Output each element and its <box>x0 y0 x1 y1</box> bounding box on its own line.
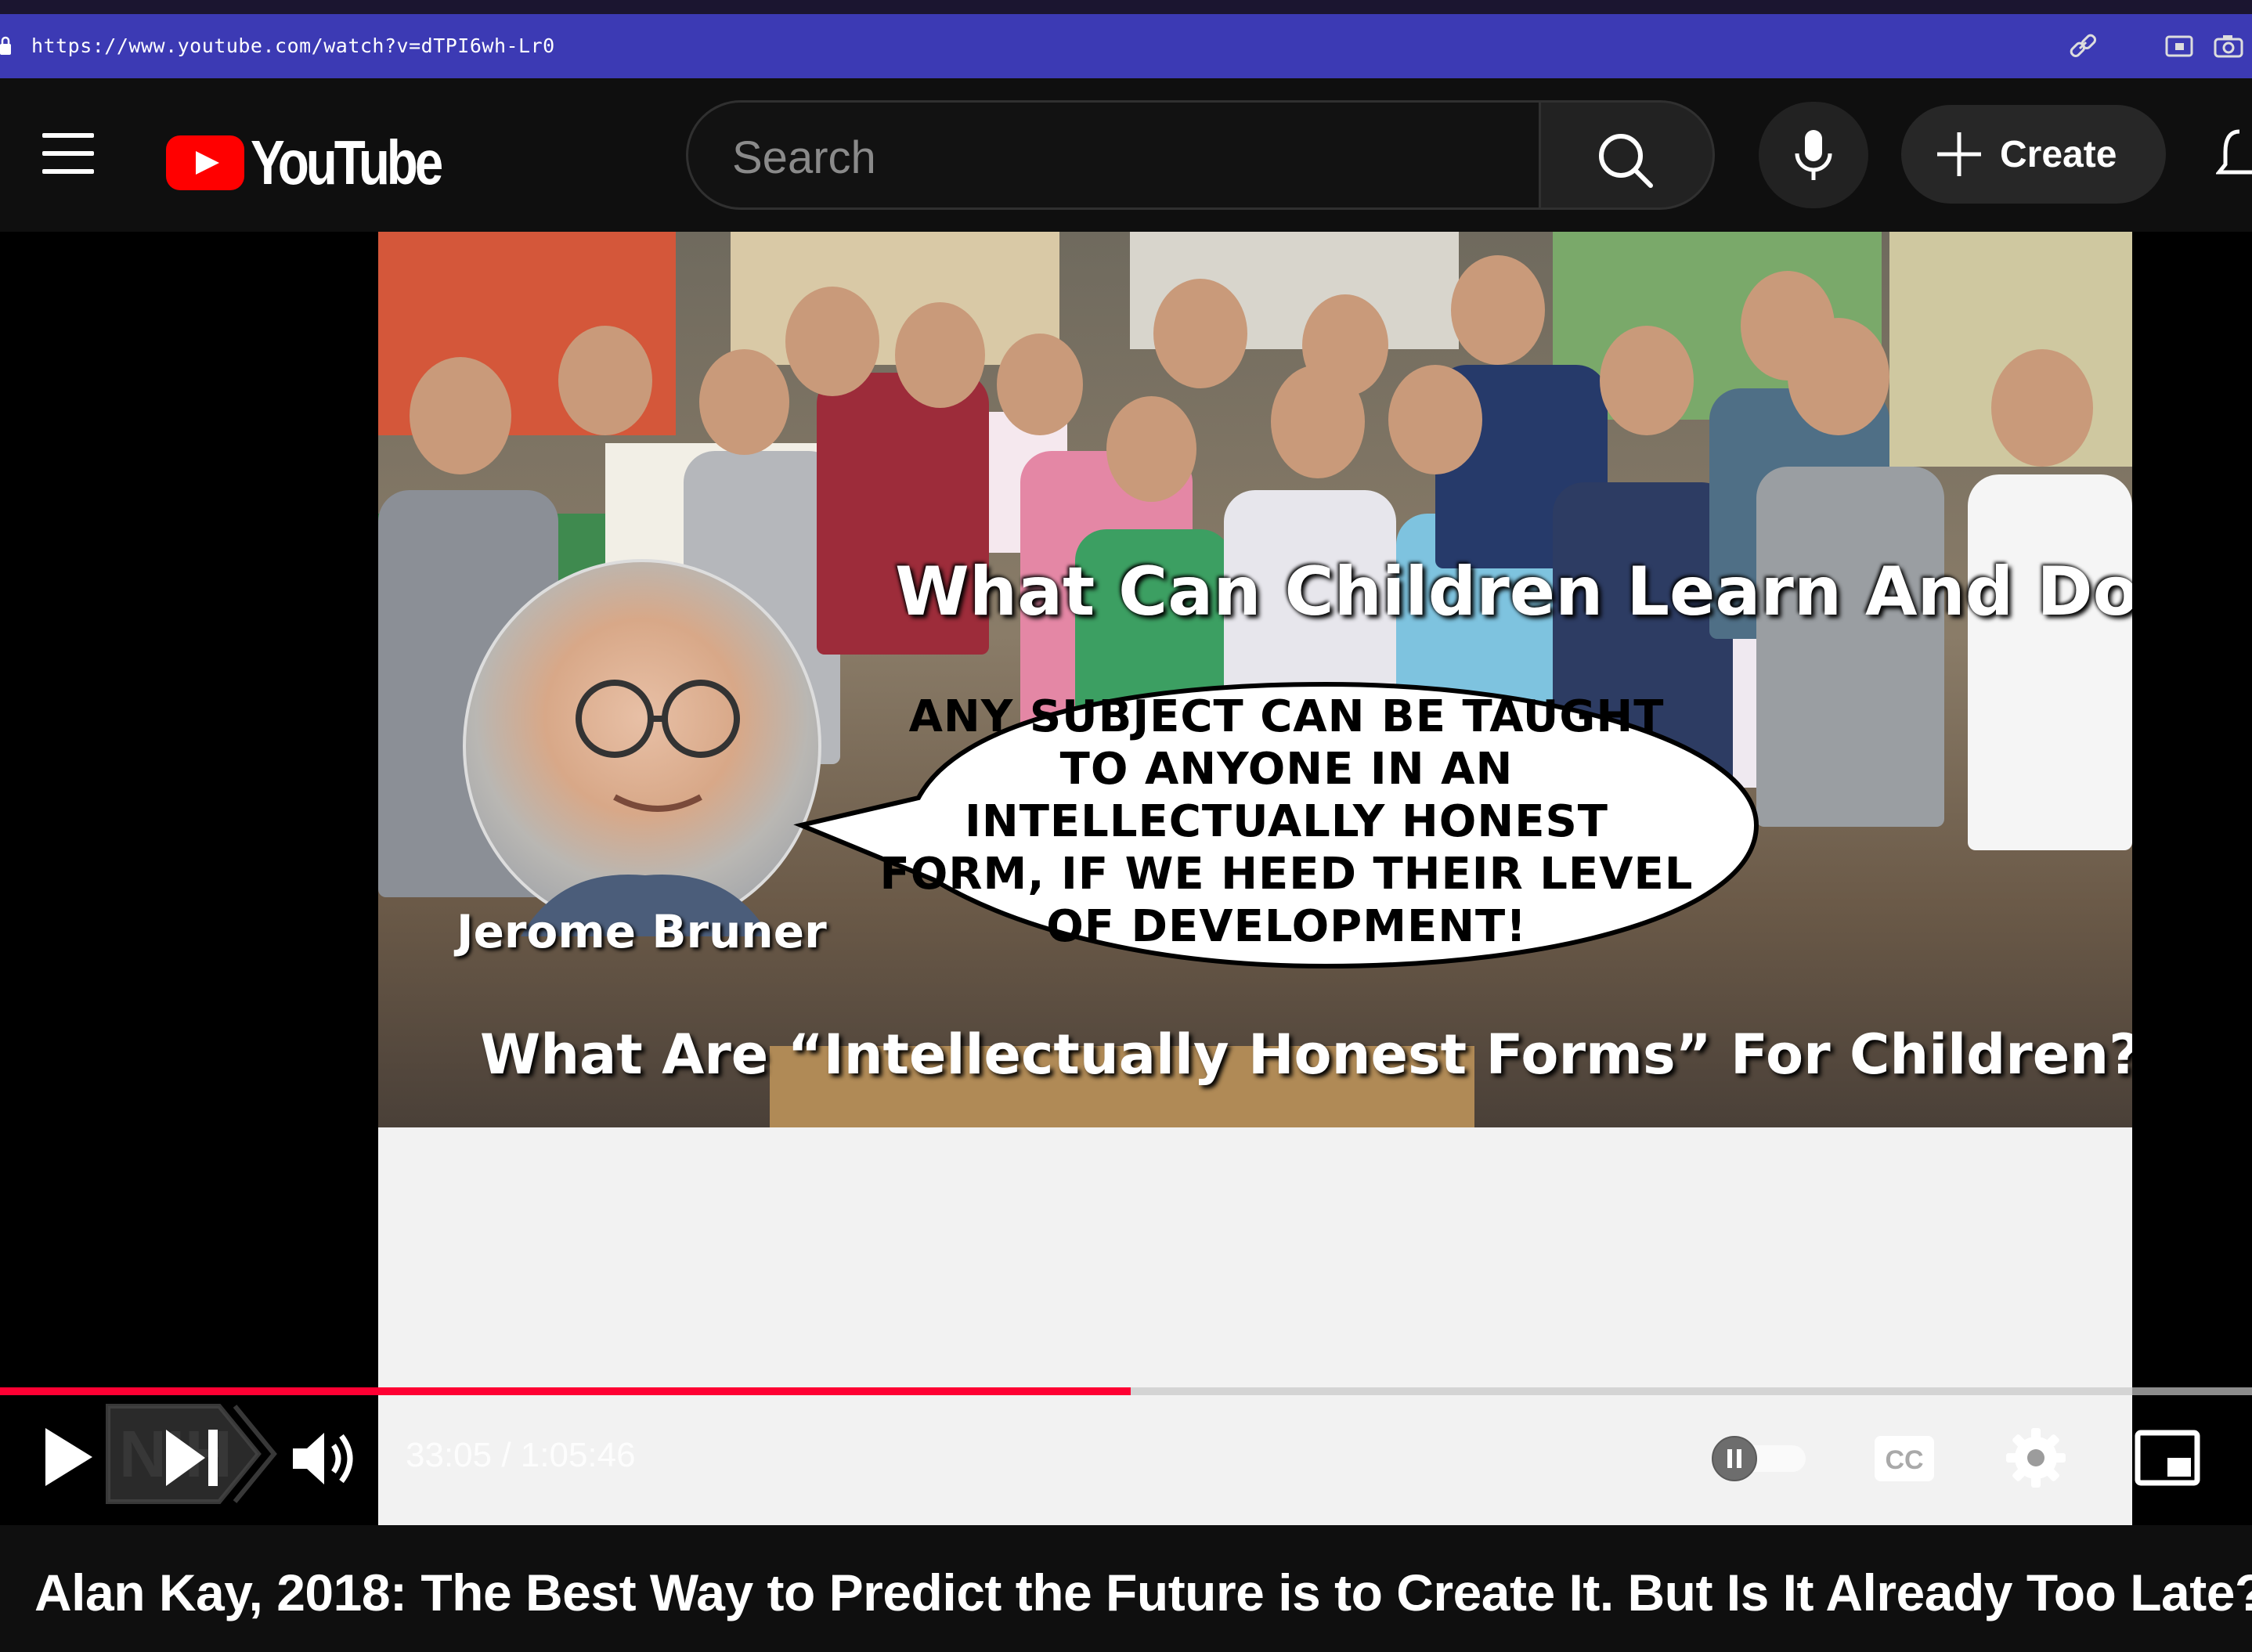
create-label: Create <box>2000 133 2117 175</box>
lock-icon <box>0 36 11 55</box>
plus-icon <box>1937 132 1981 176</box>
time-display: 33:05 / 1:05:46 <box>406 1436 636 1474</box>
screenshot-window-icon[interactable] <box>2164 31 2196 61</box>
youtube-header: YouTube Create <box>0 78 2252 232</box>
next-video-icon[interactable] <box>157 1425 227 1491</box>
browser-url-bar[interactable]: https://www.youtube.com/watch?v=dTPI6wh-… <box>0 14 2252 78</box>
portrait-label: Jerome Bruner <box>457 905 827 958</box>
video-frame-slide: Any subject can be taught to anyone in a… <box>378 232 2132 1525</box>
play-icon[interactable] <box>31 1422 102 1492</box>
settings-gear-icon[interactable] <box>2005 1427 2067 1489</box>
slide-heading: What Can Children Learn And Do? <box>895 553 2132 631</box>
slide-question: What Are “Intellectually Honest Forms” F… <box>480 1023 2132 1087</box>
volume-icon[interactable] <box>288 1427 359 1491</box>
link-icon[interactable] <box>2067 31 2099 61</box>
mic-icon <box>1795 130 1832 180</box>
search-input[interactable] <box>732 134 1437 181</box>
youtube-logo-text: YouTube <box>251 128 443 197</box>
bell-icon[interactable] <box>2216 125 2252 188</box>
captions-icon[interactable]: CC <box>1873 1434 1936 1483</box>
video-title: Alan Kay, 2018: The Best Way to Predict … <box>34 1564 2252 1621</box>
youtube-logo[interactable]: YouTube <box>166 127 482 199</box>
youtube-play-logo-icon <box>166 135 244 190</box>
browser-top-edge <box>0 0 2252 14</box>
autoplay-toggle[interactable] <box>1712 1436 1807 1481</box>
jerome-bruner-portrait <box>463 559 821 936</box>
camera-icon[interactable] <box>2213 31 2244 61</box>
url-text[interactable]: https://www.youtube.com/watch?v=dTPI6wh-… <box>31 34 555 57</box>
search-icon <box>1599 134 1653 188</box>
menu-icon[interactable] <box>42 133 94 174</box>
progress-played <box>0 1387 1131 1395</box>
speech-bubble-text: Any subject can be taught to anyone in a… <box>879 691 1694 952</box>
voice-search-button[interactable] <box>1759 102 1868 208</box>
video-player[interactable]: Any subject can be taught to anyone in a… <box>0 232 2252 1525</box>
progress-bar[interactable] <box>0 1387 2252 1395</box>
miniplayer-icon[interactable] <box>2135 1430 2200 1486</box>
create-button[interactable]: Create <box>1901 105 2166 204</box>
pause-icon <box>1712 1436 1757 1481</box>
search-button[interactable] <box>1541 100 1715 210</box>
search-box[interactable] <box>686 100 1541 210</box>
svg-text:CC: CC <box>1885 1445 1923 1475</box>
